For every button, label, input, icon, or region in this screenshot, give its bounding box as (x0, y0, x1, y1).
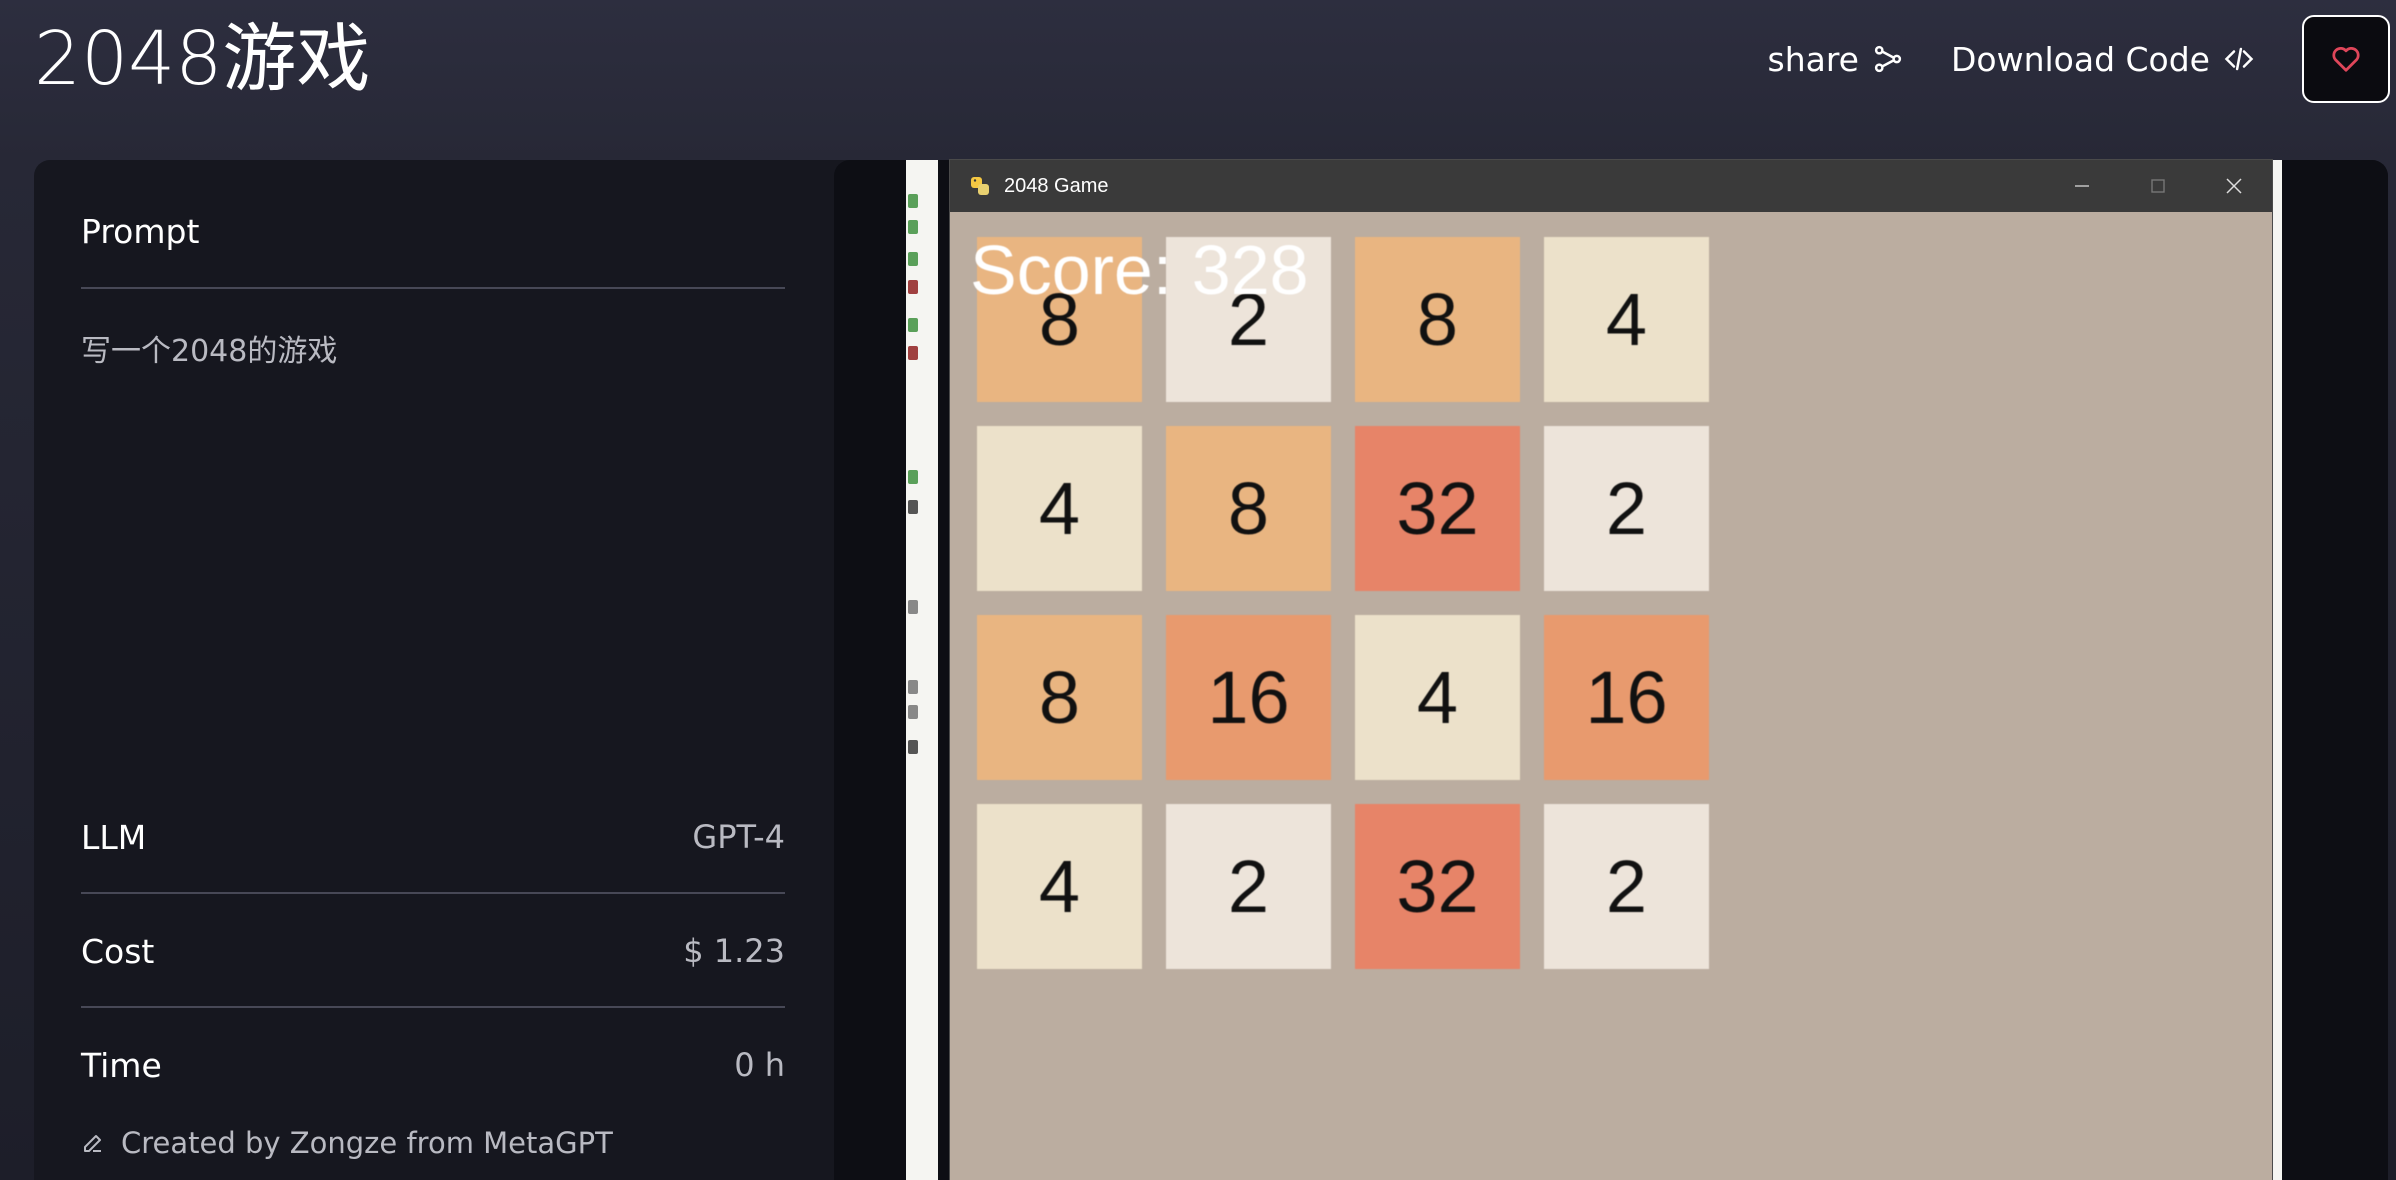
game-tile: 8 (977, 615, 1142, 780)
score-display: Score: 328 (970, 231, 1309, 309)
code-fragment (908, 740, 918, 754)
game-board[interactable]: 8 2 8 4 4 8 32 2 8 16 4 16 4 2 32 2 (977, 237, 1713, 973)
divider (81, 1006, 785, 1008)
code-fragment (908, 470, 918, 484)
page: 2048游戏 share Download Code Prompt 写一个204… (0, 0, 2396, 1180)
window-controls (2044, 160, 2272, 212)
code-editor-background (906, 160, 938, 1180)
close-icon (2226, 178, 2242, 194)
share-label: share (1767, 39, 1859, 79)
window-title-bar[interactable]: 2048 Game (950, 160, 2272, 212)
game-tile: 8 (1166, 426, 1331, 591)
code-fragment (908, 346, 918, 360)
maximize-button[interactable] (2120, 160, 2196, 212)
code-fragment (908, 318, 918, 332)
edit-icon (84, 1135, 101, 1152)
download-code-button[interactable]: Download Code (1951, 40, 2254, 79)
share-button[interactable]: share (1768, 40, 1903, 79)
game-tile: 16 (1166, 615, 1331, 780)
cost-label: Cost (81, 932, 155, 971)
code-fragment (908, 600, 918, 614)
code-fragment (908, 252, 918, 266)
time-value: 0 h (734, 1046, 785, 1084)
code-fragment (908, 705, 918, 719)
close-button[interactable] (2196, 160, 2272, 212)
game-tile: 16 (1544, 615, 1709, 780)
like-button[interactable] (2302, 15, 2390, 103)
llm-label: LLM (81, 818, 147, 857)
code-icon (2224, 47, 2254, 71)
code-fragment (908, 220, 918, 234)
code-fragment (908, 194, 918, 208)
maximize-icon (2151, 179, 2165, 193)
game-tile: 2 (1166, 804, 1331, 969)
game-tile: 8 (1355, 237, 1520, 402)
game-tile: 4 (977, 804, 1142, 969)
created-by-text: Created by Zongze from MetaGPT (121, 1126, 613, 1160)
prompt-text: 写一个2048的游戏 (81, 334, 338, 369)
window-title: 2048 Game (1004, 174, 1109, 197)
python-icon (971, 177, 989, 195)
divider (81, 287, 785, 289)
game-tile: 2 (1544, 426, 1709, 591)
divider (81, 892, 785, 894)
code-fragment (908, 500, 918, 514)
minimize-icon (2075, 185, 2089, 187)
llm-value: GPT-4 (692, 818, 785, 856)
prompt-label: Prompt (81, 212, 200, 251)
header-actions: share Download Code (1768, 14, 2396, 104)
game-tile: 32 (1355, 426, 1520, 591)
page-title: 2048游戏 (34, 16, 371, 102)
game-tile: 4 (1544, 237, 1709, 402)
code-fragment (908, 280, 918, 294)
game-window[interactable]: 2048 Game Score: 328 8 2 8 4 4 8 32 2 8 16 4 16 4 2 32… (950, 160, 2272, 1180)
game-tile: 4 (1355, 615, 1520, 780)
minimize-button[interactable] (2044, 160, 2120, 212)
info-panel: Prompt 写一个2048的游戏 LLM GPT-4 Cost $ 1.23 … (34, 160, 834, 1180)
game-tile: 4 (977, 426, 1142, 591)
created-by: Created by Zongze from MetaGPT (81, 1126, 613, 1160)
code-fragment (908, 680, 918, 694)
download-code-label: Download Code (1950, 39, 2210, 79)
share-icon (1874, 45, 1902, 73)
game-tile: 32 (1355, 804, 1520, 969)
cost-value: $ 1.23 (683, 932, 785, 970)
time-label: Time (81, 1046, 162, 1085)
game-tile: 2 (1544, 804, 1709, 969)
heart-icon (2332, 47, 2360, 72)
